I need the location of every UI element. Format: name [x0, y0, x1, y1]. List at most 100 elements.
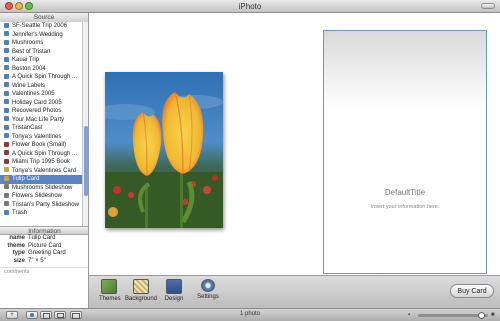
- source-item[interactable]: Flower Book (Small): [0, 141, 82, 150]
- source-item-label: TristanCast: [12, 125, 43, 131]
- source-item-label: Mushrooms Slideshow: [12, 184, 73, 191]
- info-value: Greeting Card: [28, 250, 66, 256]
- design-label: Design: [164, 296, 184, 302]
- source-item[interactable]: Mushrooms Slideshow: [0, 184, 82, 193]
- info-key: size: [13, 257, 25, 264]
- buy-card-button[interactable]: Buy Card: [450, 284, 494, 298]
- album-icon: [4, 82, 9, 88]
- large-thumbnail-icon: ■: [491, 312, 495, 318]
- source-item[interactable]: Tonya's Valentines Card: [0, 167, 82, 176]
- source-item-label: Mushrooms: [12, 40, 44, 46]
- window-bottom-bar: + 1 photo ▪ ■: [0, 308, 500, 321]
- album-icon: [4, 65, 9, 71]
- card-photo[interactable]: [105, 72, 223, 228]
- source-item[interactable]: Mushrooms: [0, 39, 82, 48]
- source-item-label: SF-Seattle Trip 2006: [12, 23, 68, 29]
- source-item-label: Tonya's Valentines Card: [12, 167, 77, 174]
- gear-icon: [201, 279, 215, 292]
- slideshow-icon: [4, 201, 9, 207]
- themes-button[interactable]: Themes: [99, 279, 121, 302]
- source-item-label: A Quick Spin Through ...: [12, 150, 77, 157]
- info-value: Picture Card: [28, 242, 62, 249]
- book-icon: [4, 158, 9, 164]
- source-item[interactable]: TristanCast: [0, 124, 82, 133]
- card-title[interactable]: DefaultTitle: [324, 188, 486, 197]
- card-subtitle[interactable]: Insert your information here.: [324, 204, 486, 210]
- source-item[interactable]: Wine Labels: [0, 82, 82, 91]
- source-item[interactable]: Valentines 2005: [0, 90, 82, 99]
- slideshow-icon: [4, 192, 9, 198]
- source-item-label: Miami Trip 1995 Book: [12, 159, 71, 165]
- source-item-label: Recovered Photos: [12, 108, 62, 114]
- card-icon: [4, 167, 9, 173]
- design-icon: [166, 279, 182, 294]
- source-item-label: Jennifer's Wedding: [12, 31, 63, 38]
- source-list-scrollbar[interactable]: [82, 22, 88, 226]
- source-item[interactable]: Tulip Card: [0, 175, 82, 184]
- source-item[interactable]: Miami Trip 1995 Book: [0, 158, 82, 167]
- source-item[interactable]: Your Mac Life Party: [0, 116, 82, 125]
- source-item[interactable]: A Quick Spin Through ...: [0, 73, 82, 82]
- themes-label: Themes: [99, 296, 121, 302]
- album-icon: [4, 22, 9, 28]
- card-icon: [4, 175, 9, 181]
- source-item[interactable]: Boston 2004: [0, 65, 82, 74]
- source-item-label: Wine Labels: [12, 82, 46, 89]
- source-item[interactable]: Recovered Photos: [0, 107, 82, 116]
- source-item-label: Tulip Card: [12, 176, 40, 182]
- source-item[interactable]: A Quick Spin Through ...: [0, 150, 82, 159]
- design-button[interactable]: Design: [163, 279, 185, 302]
- info-key: name: [9, 235, 25, 241]
- album-icon: [4, 73, 9, 79]
- themes-icon: [101, 279, 117, 294]
- information-header: Information: [0, 226, 88, 235]
- card-canvas: DefaultTitle Insert your information her…: [89, 13, 500, 275]
- album-icon: [4, 90, 9, 96]
- source-item-label: Boston 2004: [12, 65, 46, 72]
- info-row: name Tulip Card: [0, 235, 88, 243]
- album-icon: [4, 39, 9, 45]
- source-item[interactable]: Holiday Card 2005: [0, 99, 82, 108]
- source-item[interactable]: Jennifer's Wedding: [0, 31, 82, 40]
- source-item[interactable]: Kauai Trip: [0, 56, 82, 65]
- source-item-label: Flowers Slideshow: [12, 193, 63, 199]
- settings-label: Settings: [197, 294, 219, 300]
- source-item[interactable]: Best of Tristan: [0, 48, 82, 57]
- trash-icon: [4, 209, 9, 215]
- card-toolbar: Themes Background Design Settings Buy Ca…: [89, 275, 500, 308]
- source-item-label: Valentines 2005: [12, 91, 55, 97]
- zoom-slider[interactable]: [418, 312, 488, 319]
- toolbar-toggle-button[interactable]: [481, 3, 495, 9]
- source-item[interactable]: Tristan's Party Slideshow: [0, 201, 82, 210]
- source-item-label: Flower Book (Small): [12, 142, 67, 148]
- source-item[interactable]: SF-Seattle Trip 2006: [0, 22, 82, 31]
- comments-field[interactable]: comments: [0, 267, 88, 275]
- source-item-label: Holiday Card 2005: [12, 99, 62, 106]
- album-icon: [4, 124, 9, 130]
- source-item-label: Tonya's Valentines: [12, 133, 62, 140]
- source-item-label: Kauai Trip: [12, 57, 40, 63]
- source-item-label: Tristan's Party Slideshow: [12, 201, 79, 208]
- background-label: Background: [125, 296, 158, 302]
- album-icon: [4, 48, 9, 54]
- settings-button[interactable]: Settings: [197, 279, 219, 300]
- book-icon: [4, 141, 9, 147]
- album-icon: [4, 99, 9, 105]
- info-key: theme: [7, 242, 25, 249]
- source-item[interactable]: Flowers Slideshow: [0, 192, 82, 201]
- info-value: 7" × 5": [28, 257, 46, 264]
- source-item[interactable]: Trash: [0, 209, 82, 218]
- card-page[interactable]: DefaultTitle Insert your information her…: [323, 30, 487, 274]
- source-item-label: Trash: [12, 210, 28, 216]
- info-row: type Greeting Card: [0, 250, 88, 258]
- scrollbar-thumb[interactable]: [84, 126, 88, 196]
- slideshow-icon: [4, 184, 9, 190]
- album-icon: [4, 56, 9, 62]
- source-sidebar: Source SF-Seattle Trip 2006 Jennifer's We…: [0, 13, 89, 308]
- source-item-label: Best of Tristan: [12, 48, 51, 55]
- source-item[interactable]: Tonya's Valentines: [0, 133, 82, 142]
- zoom-slider-thumb[interactable]: [477, 312, 485, 319]
- background-button[interactable]: Background: [125, 279, 157, 302]
- info-key: type: [12, 250, 25, 256]
- album-icon: [4, 116, 9, 122]
